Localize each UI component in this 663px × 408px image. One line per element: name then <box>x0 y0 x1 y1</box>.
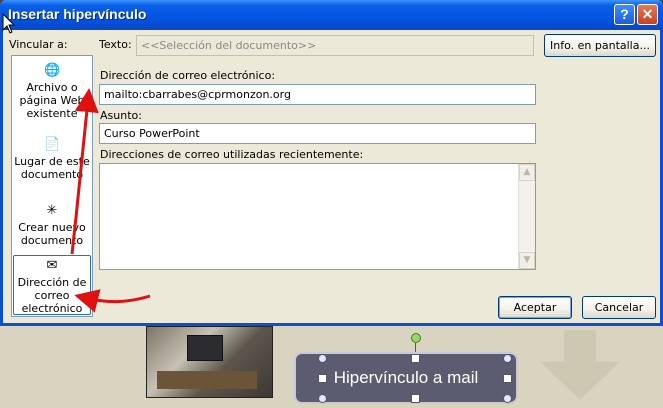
screen-tip-button[interactable]: Info. en pantalla... <box>544 34 656 57</box>
nav-item-new-document[interactable]: ✳ Crear nuevo documento <box>13 202 91 247</box>
display-text-input[interactable]: <<Selección del documento>> <box>136 35 534 56</box>
email-address-input[interactable]: mailto:cbarrabes@cprmonzon.org <box>99 84 536 105</box>
nav-item-label: Lugar de este documento <box>14 155 90 181</box>
nav-item-label: Crear nuevo documento <box>18 221 86 247</box>
scroll-up-icon[interactable]: ▲ <box>519 164 535 181</box>
resize-handle-left[interactable] <box>318 374 327 383</box>
nav-item-place-in-document[interactable]: 📄 Lugar de este documento <box>13 136 91 181</box>
resize-handle-bottom[interactable] <box>411 394 420 403</box>
photo-monitor <box>187 335 223 361</box>
dialog-title: Insertar hipervínculo <box>8 6 147 22</box>
resize-handle-top-left[interactable] <box>318 354 327 363</box>
email-label: Dirección de correo electrónico: <box>100 69 276 82</box>
recent-emails-scrollbar[interactable]: ▲ ▼ <box>518 164 535 269</box>
cancel-button[interactable]: Cancelar <box>582 296 656 319</box>
close-button[interactable]: ✕ <box>637 4 658 25</box>
dialog-titlebar[interactable]: Insertar hipervínculo ? ✕ <box>0 0 663 30</box>
recent-emails-list[interactable]: ▲ ▼ <box>99 163 536 270</box>
subject-input[interactable]: Curso PowerPoint <box>99 123 536 144</box>
help-button[interactable]: ? <box>614 4 635 25</box>
scroll-down-icon[interactable]: ▼ <box>519 252 535 269</box>
recent-emails-label: Direcciones de correo utilizadas recient… <box>100 148 364 161</box>
link-to-label: Vincular a: <box>9 38 68 51</box>
nav-item-email-address[interactable]: ✉ Dirección de correo electrónico <box>13 255 91 315</box>
mouse-cursor-icon <box>2 13 16 34</box>
accept-button[interactable]: Aceptar <box>498 296 572 319</box>
email-address-icon: ✉ <box>46 258 58 273</box>
document-place-icon: 📄 <box>44 137 61 152</box>
nav-item-label: Dirección de correo electrónico <box>17 276 87 315</box>
nav-item-existing-file[interactable]: 🌐 Archivo o página Web existente <box>13 62 91 120</box>
resize-handle-bottom-right[interactable] <box>503 394 512 403</box>
resize-handle-bottom-left[interactable] <box>318 394 327 403</box>
hyperlink-shape-text: Hipervínculo a mail <box>333 368 479 387</box>
photo-desk <box>157 371 257 389</box>
hyperlink-shape[interactable]: Hipervínculo a mail <box>294 352 518 404</box>
text-label: Texto: <box>99 38 132 51</box>
web-page-icon: 🌐 <box>44 63 61 78</box>
resize-handle-top-right[interactable] <box>503 354 512 363</box>
new-document-icon: ✳ <box>46 203 58 218</box>
slide-photo <box>146 326 273 398</box>
insert-hyperlink-dialog: Insertar hipervínculo ? ✕ Vincular a: 🌐 … <box>0 0 663 326</box>
subject-label: Asunto: <box>100 109 142 122</box>
rotate-handle[interactable] <box>411 333 421 343</box>
resize-handle-top[interactable] <box>411 354 420 363</box>
link-to-panel: 🌐 Archivo o página Web existente 📄 Lugar… <box>11 55 93 317</box>
nav-item-label: Archivo o página Web existente <box>19 81 85 120</box>
resize-handle-right[interactable] <box>503 374 512 383</box>
